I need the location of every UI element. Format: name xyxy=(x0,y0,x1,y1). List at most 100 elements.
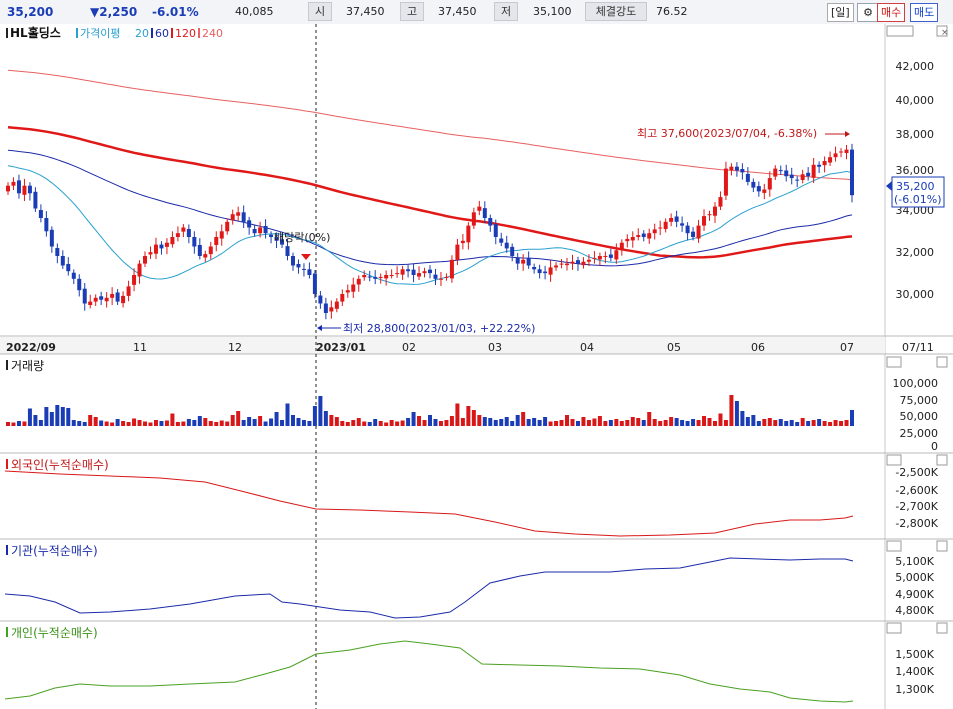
volume-bar xyxy=(839,421,844,426)
x-tick: 03 xyxy=(488,341,502,354)
volume-bar xyxy=(466,406,471,426)
candle-body xyxy=(99,296,104,300)
volume-bar xyxy=(323,411,328,426)
candle-body xyxy=(806,172,811,177)
volume-bar xyxy=(301,420,306,426)
volume-bar xyxy=(186,419,191,426)
x-tick: 04 xyxy=(580,341,594,354)
volume-bar xyxy=(685,421,690,426)
volume-bar xyxy=(460,418,465,426)
volume-bar xyxy=(581,417,586,426)
volume-y-tick: 0 xyxy=(931,440,938,453)
candle-body xyxy=(88,301,93,306)
candle-body xyxy=(55,248,60,256)
volume-bar xyxy=(647,412,652,426)
candle-body xyxy=(685,225,690,234)
volume-bar xyxy=(850,410,854,426)
candle-body xyxy=(444,276,449,278)
buy-button[interactable]: 매수 xyxy=(877,3,906,22)
candle-body xyxy=(460,240,465,244)
volume-bar xyxy=(203,418,208,426)
candle-body xyxy=(197,244,202,256)
volume-bar xyxy=(586,420,591,426)
candle-body xyxy=(482,208,487,218)
candle-body xyxy=(636,235,641,237)
candle-body xyxy=(16,180,21,194)
x-tick: 2023/01 xyxy=(316,341,366,354)
volume-bar xyxy=(575,421,580,426)
candle-body xyxy=(164,242,169,247)
candle-body xyxy=(449,259,454,279)
x-tick: 07/11 xyxy=(902,341,934,354)
candle-body xyxy=(411,269,416,275)
volume-pane-title: 거래량 xyxy=(11,359,44,373)
legend-marker xyxy=(6,28,8,38)
volume-bar xyxy=(132,418,137,426)
candle-body xyxy=(592,257,597,259)
volume-bar xyxy=(422,420,427,426)
price-y-tick: 38,000 xyxy=(896,128,935,141)
volume-bar xyxy=(712,421,717,426)
volume-bar xyxy=(504,417,509,426)
volume-bar xyxy=(88,415,93,426)
volume-bar xyxy=(680,420,685,426)
candle-body xyxy=(712,206,717,216)
candle-body xyxy=(839,151,844,153)
volume-bar xyxy=(329,415,334,426)
candle-body xyxy=(400,269,405,275)
stock-chart[interactable]: × HL홀딩스 가격이평 20 60 120 240 42,000 40,000… xyxy=(0,24,953,709)
volume-bar xyxy=(767,418,772,426)
settings-gear-icon[interactable]: ⚙ xyxy=(857,3,879,22)
candle-body xyxy=(236,212,241,216)
candle-body xyxy=(614,250,619,260)
volume-bar xyxy=(482,417,487,426)
individual-y-tick: 1,300K xyxy=(895,683,934,696)
ma-legend-label: 가격이평 xyxy=(80,27,120,40)
candle-body xyxy=(49,229,54,247)
volume-bar xyxy=(521,412,526,426)
open-value: 37,450 xyxy=(346,5,385,18)
volume-bar xyxy=(718,413,723,426)
candle-body xyxy=(570,261,575,264)
candle-body xyxy=(356,278,361,285)
candle-body xyxy=(214,237,219,245)
sell-button[interactable]: 매도 xyxy=(910,3,939,22)
volume-bar xyxy=(121,421,126,426)
volume-bar xyxy=(351,420,356,426)
volume-bar xyxy=(27,408,32,426)
individual-pane-title: 개인(누적순매수) xyxy=(11,626,98,640)
volume-bar xyxy=(219,420,224,426)
volume-bar xyxy=(6,422,10,426)
individual-y-tick: 1,500K xyxy=(895,648,934,661)
legend-marker xyxy=(6,545,8,555)
candle-body xyxy=(258,227,263,234)
volume-bar xyxy=(307,421,312,426)
volume-bar xyxy=(438,421,443,426)
volume-bar xyxy=(362,421,367,426)
volume-bar xyxy=(614,419,619,426)
volume-bar xyxy=(241,420,246,426)
volume-bar xyxy=(181,421,186,426)
volume-bar xyxy=(214,422,219,426)
candle-body xyxy=(126,286,131,296)
candle-body xyxy=(702,216,707,226)
trade-volume: 40,085 xyxy=(235,5,274,18)
volume-bar xyxy=(433,419,438,426)
candle-body xyxy=(811,164,816,178)
volume-bar xyxy=(773,420,778,426)
volume-bar xyxy=(49,412,54,426)
volume-bar xyxy=(707,418,712,426)
candle-body xyxy=(301,268,306,270)
volume-bar xyxy=(652,419,657,426)
candle-body xyxy=(318,295,323,304)
volume-bar xyxy=(822,421,827,426)
candle-body xyxy=(800,174,805,180)
volume-bar xyxy=(603,421,608,426)
volume-bar xyxy=(225,421,230,426)
candle-body xyxy=(345,290,350,293)
volume-bar xyxy=(817,419,822,426)
volume-bar xyxy=(663,420,668,426)
period-button[interactable]: [일] xyxy=(827,3,854,22)
candle-body xyxy=(60,256,65,266)
volume-bar xyxy=(696,420,701,426)
